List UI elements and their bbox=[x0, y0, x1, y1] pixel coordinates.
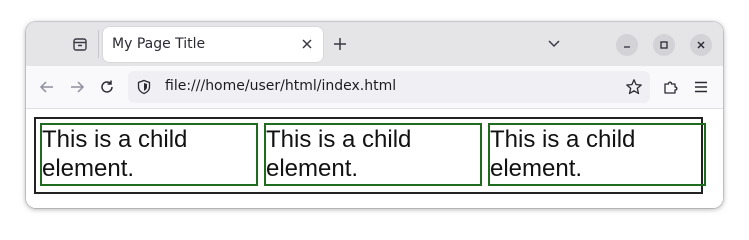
parent-container: This is a child element. This is a child… bbox=[34, 117, 706, 194]
reload-icon[interactable] bbox=[96, 76, 118, 98]
tab-list-icon[interactable] bbox=[68, 32, 92, 56]
close-icon[interactable] bbox=[297, 34, 317, 54]
browser-window: My Page Title file:///home/user/html/ind… bbox=[26, 22, 723, 208]
tab-separator bbox=[98, 30, 99, 58]
star-icon[interactable] bbox=[624, 77, 644, 97]
minimize-icon[interactable] bbox=[616, 34, 638, 56]
child-element: This is a child element. bbox=[264, 123, 482, 186]
child-element: This is a child element. bbox=[488, 123, 706, 186]
tab-title: My Page Title bbox=[112, 36, 206, 52]
plus-icon[interactable] bbox=[330, 34, 350, 54]
navigation-toolbar: file:///home/user/html/index.html bbox=[26, 66, 723, 109]
child-element: This is a child element. bbox=[40, 123, 258, 186]
arrow-right-icon[interactable] bbox=[66, 76, 88, 98]
puzzle-icon[interactable] bbox=[660, 76, 682, 98]
url-text[interactable]: file:///home/user/html/index.html bbox=[165, 78, 396, 94]
shield-icon[interactable] bbox=[135, 78, 153, 96]
close-icon[interactable] bbox=[690, 34, 712, 56]
url-bar[interactable]: file:///home/user/html/index.html bbox=[128, 71, 650, 103]
hamburger-icon[interactable] bbox=[690, 76, 712, 98]
chevron-down-icon[interactable] bbox=[544, 34, 564, 54]
tab-active[interactable]: My Page Title bbox=[103, 27, 323, 62]
arrow-left-icon[interactable] bbox=[36, 76, 58, 98]
page-content: This is a child element. This is a child… bbox=[26, 109, 723, 208]
maximize-icon[interactable] bbox=[653, 34, 675, 56]
tab-bar: My Page Title bbox=[26, 22, 723, 66]
